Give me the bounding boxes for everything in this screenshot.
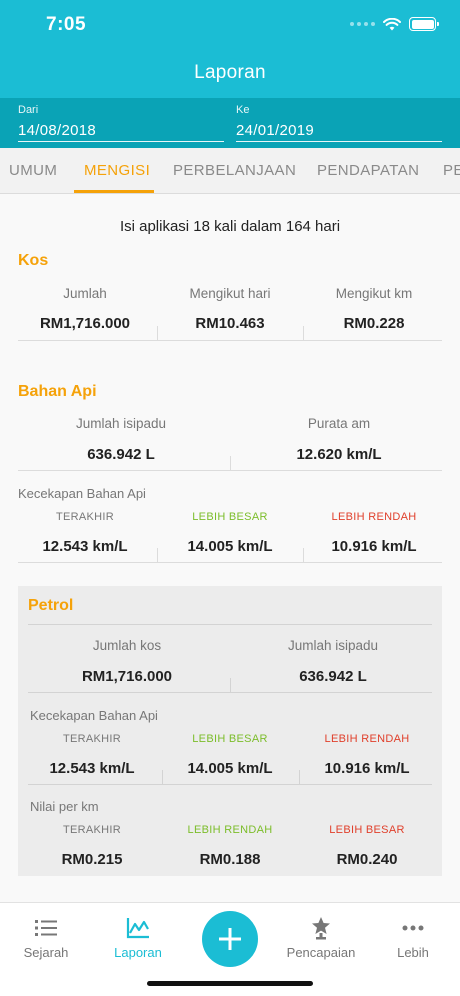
to-date-label: Ke xyxy=(236,104,250,116)
home-indicator[interactable] xyxy=(147,981,313,986)
petrol-perkm-label: Nilai per km xyxy=(30,799,99,814)
from-date-value: 14/08/2018 xyxy=(18,122,97,139)
nav-label-lebih: Lebih xyxy=(397,945,429,960)
to-date-field[interactable]: Ke 24/01/2019 xyxy=(236,104,442,142)
divider xyxy=(18,340,442,341)
petrol-value-jumlah-isipadu: 636.942 L xyxy=(299,668,367,685)
kos-value-jumlah: RM1,716.000 xyxy=(39,315,131,332)
from-date-label: Dari xyxy=(18,104,39,116)
kos-value-mengikut-km: RM0.228 xyxy=(343,315,405,332)
petrol-value-jumlah-kos: RM1,716.000 xyxy=(81,668,173,685)
perkm-value-lebih-rendah: RM0.188 xyxy=(199,851,261,868)
nav-label-sejarah: Sejarah xyxy=(23,945,69,960)
divider xyxy=(162,770,163,784)
plus-icon xyxy=(219,928,241,950)
bahan-api-value-isipadu: 636.942 L xyxy=(87,446,155,463)
eff-value-terakhir: 12.543 km/L xyxy=(42,538,128,555)
divider xyxy=(28,692,432,693)
trophy-star-icon xyxy=(312,917,330,940)
divider xyxy=(157,326,158,340)
tab-mengisi[interactable]: MENGISI xyxy=(84,162,150,179)
status-time: 7:05 xyxy=(46,14,87,35)
nav-label-laporan: Laporan xyxy=(114,945,162,960)
petrol-eff-header-lebih-besar: LEBIH BESAR xyxy=(192,733,268,745)
divider xyxy=(230,678,231,692)
add-entry-button[interactable] xyxy=(202,911,258,967)
date-range-bar: Dari 14/08/2018 Ke 24/01/2019 xyxy=(0,98,460,148)
perkm-header-lebih-besar: LEBIH BESAR xyxy=(329,824,405,836)
divider xyxy=(230,456,231,470)
bahan-api-header-purata: Purata am xyxy=(307,416,371,431)
report-tabs: UMUM MENGISI PERBELANJAAN PENDAPATAN PE xyxy=(0,148,460,194)
eff-header-lebih-rendah: LEBIH RENDAH xyxy=(331,511,417,523)
divider xyxy=(299,770,300,784)
eff-value-lebih-rendah: 10.916 km/L xyxy=(331,538,417,555)
nav-lebih[interactable]: Lebih xyxy=(367,915,459,960)
wifi-icon xyxy=(383,17,401,30)
signal-icon xyxy=(350,22,375,26)
nav-label-pencapaian: Pencapaian xyxy=(286,945,356,960)
app-header: 7:05 Laporan xyxy=(0,0,460,98)
divider xyxy=(18,562,442,563)
kos-header-jumlah: Jumlah xyxy=(63,286,107,301)
perkm-header-lebih-rendah: LEBIH RENDAH xyxy=(187,824,273,836)
nav-sejarah[interactable]: Sejarah xyxy=(0,915,92,960)
kos-header-mengikut-hari: Mengikut hari xyxy=(189,286,271,301)
kos-value-mengikut-hari: RM10.463 xyxy=(195,315,265,332)
perkm-header-terakhir: TERAKHIR xyxy=(62,824,122,836)
efficiency-label: Kecekapan Bahan Api xyxy=(18,486,146,501)
section-title-petrol: Petrol xyxy=(28,597,74,614)
refuel-summary: Isi aplikasi 18 kali dalam 164 hari xyxy=(119,218,341,235)
eff-value-lebih-besar: 14.005 km/L xyxy=(187,538,273,555)
petrol-efficiency-label: Kecekapan Bahan Api xyxy=(30,708,158,723)
bahan-api-value-purata: 12.620 km/L xyxy=(296,446,382,463)
nav-pencapaian[interactable]: Pencapaian xyxy=(275,915,367,960)
perkm-value-terakhir: RM0.215 xyxy=(61,851,123,868)
active-tab-indicator xyxy=(74,190,154,193)
tab-perbelanjaan[interactable]: PERBELANJAAN xyxy=(173,162,296,179)
petrol-eff-header-lebih-rendah: LEBIH RENDAH xyxy=(324,733,410,745)
petrol-eff-header-terakhir: TERAKHIR xyxy=(62,733,122,745)
more-icon xyxy=(402,925,424,931)
petrol-eff-value-lebih-besar: 14.005 km/L xyxy=(187,760,273,777)
from-date-field[interactable]: Dari 14/08/2018 xyxy=(18,104,224,142)
divider xyxy=(18,470,442,471)
status-icons xyxy=(350,17,439,31)
divider xyxy=(303,548,304,562)
tab-partial[interactable]: PE xyxy=(443,162,460,179)
petrol-eff-value-terakhir: 12.543 km/L xyxy=(49,760,135,777)
list-icon xyxy=(35,920,57,936)
page-title: Laporan xyxy=(194,62,266,83)
divider xyxy=(28,784,432,785)
tab-umum[interactable]: UMUM xyxy=(9,162,57,179)
to-date-value: 24/01/2019 xyxy=(236,122,315,139)
eff-header-terakhir: TERAKHIR xyxy=(55,511,115,523)
section-title-kos: Kos xyxy=(18,252,49,269)
battery-icon xyxy=(409,17,439,31)
divider xyxy=(157,548,158,562)
chart-icon xyxy=(126,918,149,939)
bahan-api-header-isipadu: Jumlah isipadu xyxy=(75,416,167,431)
kos-header-mengikut-km: Mengikut km xyxy=(335,286,413,301)
divider xyxy=(303,326,304,340)
perkm-value-lebih-besar: RM0.240 xyxy=(336,851,398,868)
petrol-header-jumlah-kos: Jumlah kos xyxy=(92,638,162,653)
nav-laporan[interactable]: Laporan xyxy=(92,915,184,960)
divider xyxy=(28,624,432,625)
status-bar: 7:05 xyxy=(0,0,460,50)
petrol-header-jumlah-isipadu: Jumlah isipadu xyxy=(287,638,379,653)
eff-header-lebih-besar: LEBIH BESAR xyxy=(192,511,268,523)
tab-pendapatan[interactable]: PENDAPATAN xyxy=(317,162,419,179)
section-title-bahan-api: Bahan Api xyxy=(18,383,97,400)
petrol-eff-value-lebih-rendah: 10.916 km/L xyxy=(324,760,410,777)
